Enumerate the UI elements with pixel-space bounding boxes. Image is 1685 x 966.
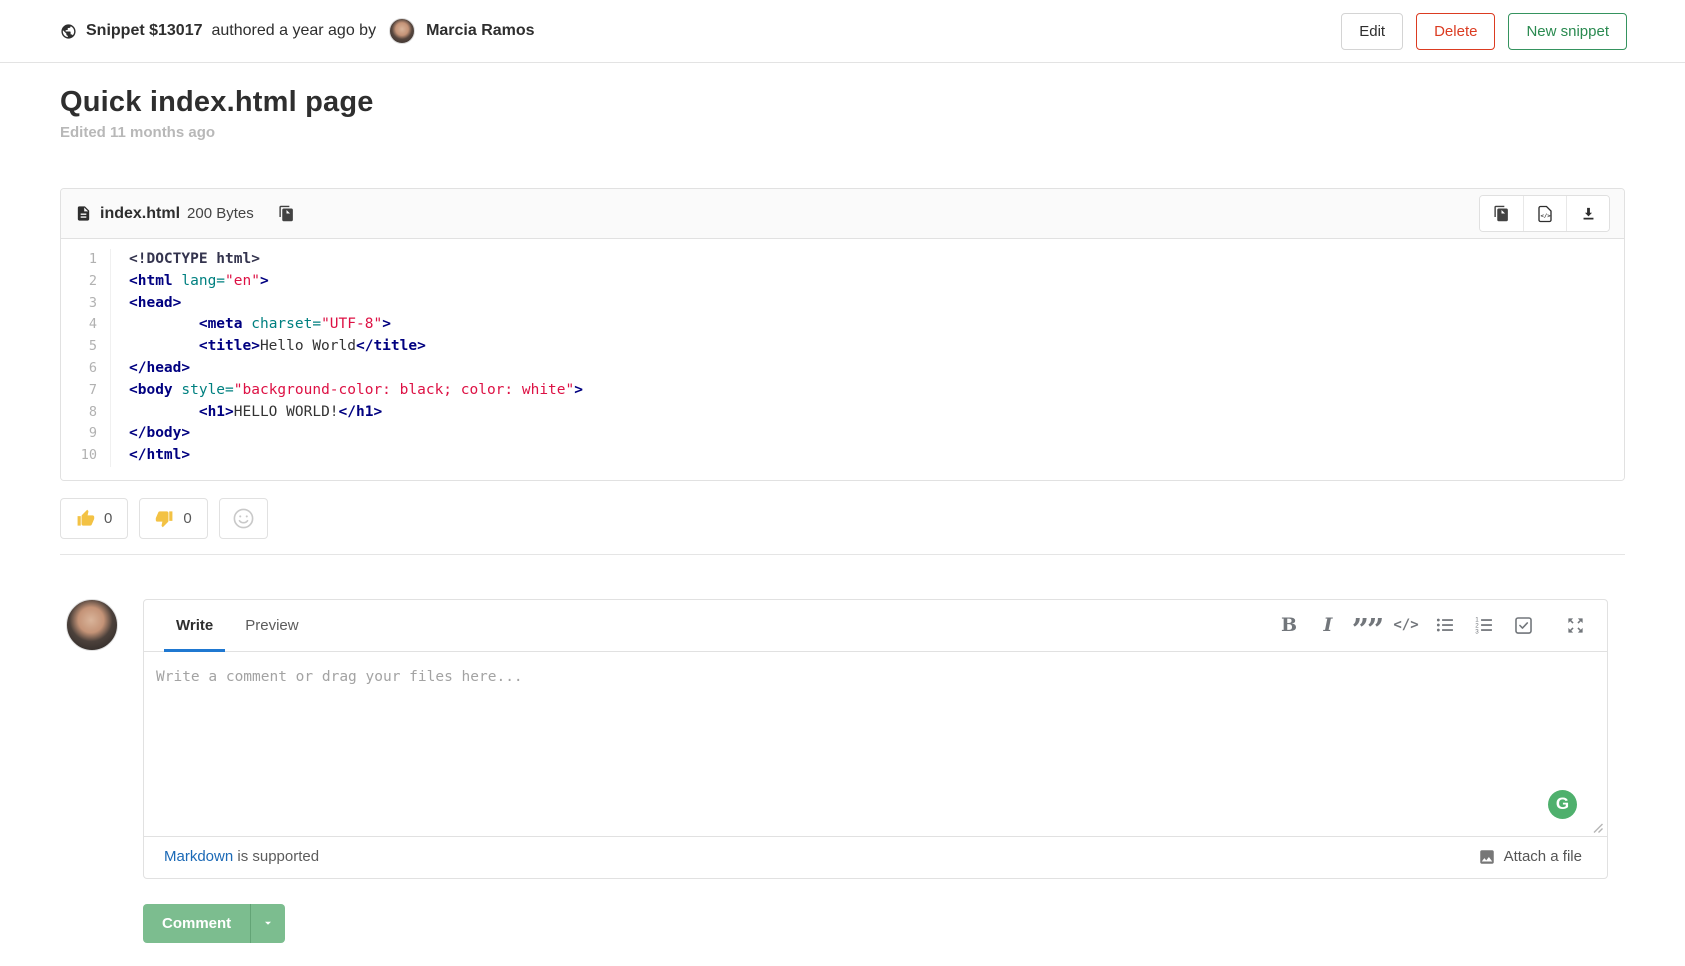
comment-editor: Write Preview B I ”” </> 123 bbox=[143, 599, 1608, 879]
copy-contents-icon[interactable] bbox=[1480, 196, 1523, 231]
author-avatar[interactable] bbox=[389, 18, 415, 44]
attach-file-label: Attach a file bbox=[1504, 848, 1582, 865]
code-line-content: <!DOCTYPE html> bbox=[111, 249, 260, 271]
comment-editor-footer: Markdown is supported Attach a file bbox=[144, 836, 1607, 878]
code-line: 4 <meta charset="UTF-8"> bbox=[61, 314, 1624, 336]
comment-input[interactable] bbox=[144, 652, 1607, 836]
code-line-content: </body> bbox=[111, 423, 190, 445]
svg-text:3: 3 bbox=[1475, 629, 1479, 636]
code-line-content: <body style="background-color: black; co… bbox=[111, 380, 583, 402]
thumbs-up-icon bbox=[76, 509, 95, 528]
page-title: Quick index.html page bbox=[60, 86, 1625, 119]
markdown-link[interactable]: Markdown bbox=[164, 848, 233, 865]
line-number[interactable]: 2 bbox=[61, 271, 111, 293]
markdown-toolbar: B I ”” </> 123 bbox=[1277, 600, 1587, 651]
author-name-link[interactable]: Marcia Ramos bbox=[426, 22, 535, 40]
comment-editor-header: Write Preview B I ”” </> 123 bbox=[144, 600, 1607, 652]
snippet-id: Snippet $13017 bbox=[86, 22, 203, 40]
numbered-list-icon[interactable]: 123 bbox=[1472, 613, 1496, 637]
current-user-avatar bbox=[66, 599, 118, 651]
code-line-content: </head> bbox=[111, 358, 190, 380]
smiley-icon bbox=[232, 507, 255, 530]
grammarly-icon[interactable]: G bbox=[1548, 790, 1577, 819]
line-number[interactable]: 5 bbox=[61, 336, 111, 358]
new-snippet-button[interactable]: New snippet bbox=[1508, 13, 1627, 50]
code-lines: 1<!DOCTYPE html>2<html lang="en">3<head>… bbox=[61, 249, 1624, 467]
code-line: 3<head> bbox=[61, 293, 1624, 315]
code-viewer: 1<!DOCTYPE html>2<html lang="en">3<head>… bbox=[61, 239, 1624, 480]
code-line-content: <h1>HELLO WORLD!</h1> bbox=[111, 402, 382, 424]
comment-options-dropdown[interactable] bbox=[250, 904, 285, 943]
image-icon bbox=[1478, 848, 1496, 866]
comment-submit-button[interactable]: Comment bbox=[143, 904, 250, 943]
line-number[interactable]: 9 bbox=[61, 423, 111, 445]
globe-icon bbox=[60, 23, 77, 40]
tab-preview[interactable]: Preview bbox=[233, 600, 310, 651]
comment-split-button: Comment bbox=[143, 904, 285, 943]
thumbs-down-icon bbox=[155, 509, 174, 528]
file-actions-group: </> bbox=[1479, 195, 1610, 232]
line-number[interactable]: 4 bbox=[61, 314, 111, 336]
snippet-file-box: index.html 200 Bytes </> 1<!DOCTYPE html… bbox=[60, 188, 1625, 481]
code-line-content: <head> bbox=[111, 293, 181, 315]
thumbs-down-count: 0 bbox=[183, 510, 191, 527]
edited-timestamp: Edited 11 months ago bbox=[60, 124, 1625, 141]
caret-down-icon bbox=[262, 917, 274, 929]
award-emoji-row: 0 0 bbox=[60, 498, 1625, 539]
thumbs-up-button[interactable]: 0 bbox=[60, 498, 128, 539]
code-line: 6</head> bbox=[61, 358, 1624, 380]
code-line-content: <title>Hello World</title> bbox=[111, 336, 426, 358]
code-line: 1<!DOCTYPE html> bbox=[61, 249, 1624, 271]
line-number[interactable]: 3 bbox=[61, 293, 111, 315]
svg-text:</>: </> bbox=[1541, 213, 1552, 219]
code-line-content: <meta charset="UTF-8"> bbox=[111, 314, 391, 336]
snippet-header-bar: Snippet $13017 authored a year ago by Ma… bbox=[0, 0, 1685, 63]
copy-path-icon[interactable] bbox=[276, 203, 297, 224]
code-line: 5 <title>Hello World</title> bbox=[61, 336, 1624, 358]
code-line: 9</body> bbox=[61, 423, 1624, 445]
code-line: 8 <h1>HELLO WORLD!</h1> bbox=[61, 402, 1624, 424]
line-number[interactable]: 1 bbox=[61, 249, 111, 271]
task-list-icon[interactable] bbox=[1511, 613, 1535, 637]
code-line: 10</html> bbox=[61, 445, 1624, 467]
code-icon[interactable]: </> bbox=[1394, 613, 1418, 637]
code-line: 2<html lang="en"> bbox=[61, 271, 1624, 293]
code-line-content: <html lang="en"> bbox=[111, 271, 269, 293]
line-number[interactable]: 7 bbox=[61, 380, 111, 402]
tab-write[interactable]: Write bbox=[164, 600, 225, 651]
download-icon[interactable] bbox=[1566, 196, 1609, 231]
document-icon bbox=[75, 205, 92, 222]
raw-file-icon[interactable]: </> bbox=[1523, 196, 1566, 231]
markdown-suffix: is supported bbox=[233, 848, 319, 865]
bullet-list-icon[interactable] bbox=[1433, 613, 1457, 637]
thumbs-down-button[interactable]: 0 bbox=[139, 498, 207, 539]
section-divider bbox=[60, 554, 1625, 555]
line-number[interactable]: 10 bbox=[61, 445, 111, 467]
thumbs-up-count: 0 bbox=[104, 510, 112, 527]
code-line: 7<body style="background-color: black; c… bbox=[61, 380, 1624, 402]
fullscreen-icon[interactable] bbox=[1563, 613, 1587, 637]
attach-file-button[interactable]: Attach a file bbox=[1478, 848, 1582, 866]
file-title-bar: index.html 200 Bytes </> bbox=[61, 189, 1624, 239]
line-number[interactable]: 6 bbox=[61, 358, 111, 380]
delete-button[interactable]: Delete bbox=[1416, 13, 1495, 50]
italic-icon[interactable]: I bbox=[1316, 613, 1340, 637]
quote-icon[interactable]: ”” bbox=[1355, 613, 1379, 637]
code-line-content: </html> bbox=[111, 445, 190, 467]
resize-handle-icon[interactable] bbox=[1592, 822, 1603, 833]
file-name: index.html bbox=[100, 205, 180, 223]
bold-icon[interactable]: B bbox=[1277, 613, 1301, 637]
add-reaction-button[interactable] bbox=[219, 498, 268, 539]
file-size: 200 Bytes bbox=[187, 205, 254, 222]
line-number[interactable]: 8 bbox=[61, 402, 111, 424]
authored-text: authored a year ago by bbox=[212, 22, 377, 40]
edit-button[interactable]: Edit bbox=[1341, 13, 1403, 50]
